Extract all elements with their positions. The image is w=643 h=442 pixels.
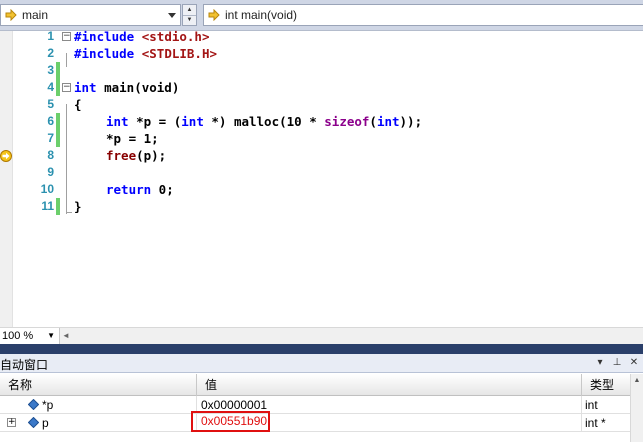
line-number: 1 [47, 29, 54, 43]
change-bar [56, 62, 60, 79]
chevron-down-icon[interactable]: ▼ [47, 328, 55, 344]
navigation-spinner[interactable]: ▲ ▼ [182, 4, 197, 26]
code-line: 3 [0, 62, 643, 79]
autos-vertical-scrollbar[interactable]: ▲ [630, 374, 643, 442]
collapse-icon[interactable]: − [62, 83, 71, 92]
code-line: 1 − #include <stdio.h> [0, 28, 643, 45]
code-text: } [74, 199, 82, 214]
column-header-name[interactable]: 名称 [0, 374, 197, 396]
autos-window-header: 自动窗口 ▾ ⊥ ✕ [0, 354, 643, 373]
code-line: 5 { [0, 96, 643, 113]
function-arrow-icon [207, 8, 221, 22]
code-text: int main(void) [74, 80, 180, 95]
line-number: 5 [47, 97, 54, 111]
line-number: 7 [47, 131, 54, 145]
line-number: 3 [47, 63, 54, 77]
chevron-down-icon[interactable] [166, 7, 178, 23]
change-bar [56, 130, 60, 147]
autos-cell-type: int * [585, 416, 606, 430]
dropdown-icon[interactable]: ▾ [593, 355, 607, 371]
code-line: 8 free(p); [0, 147, 643, 164]
line-number: 11 [41, 199, 54, 213]
code-text: return 0; [106, 182, 174, 197]
autos-cell-name: *p [42, 396, 197, 414]
code-text: #include <stdio.h> [74, 29, 210, 44]
column-header-type[interactable]: 类型 [582, 374, 630, 396]
autos-cell-type: int [585, 398, 598, 412]
expand-icon[interactable]: + [7, 418, 16, 427]
navigation-bar: main ▲ ▼ int main(void) [0, 0, 643, 31]
scope-combo-label: main [22, 8, 49, 22]
code-text: { [74, 97, 82, 112]
pin-icon[interactable]: ⊥ [610, 355, 624, 371]
scroll-left-icon[interactable]: ◄ [61, 328, 71, 344]
change-bar [56, 198, 60, 215]
zoom-level: 100 % [2, 330, 34, 342]
function-combo-label: int main(void) [225, 8, 298, 22]
code-line: 2 #include <STDLIB.H> [0, 45, 643, 62]
code-text: free(p); [106, 148, 167, 163]
variable-diamond-icon [28, 417, 39, 428]
collapse-icon[interactable]: − [62, 32, 71, 41]
change-bar [56, 79, 60, 96]
code-line: 11 } [0, 198, 643, 215]
zoom-combo[interactable]: 100 % ▼ [0, 328, 60, 344]
function-arrow-icon [4, 8, 18, 22]
line-number: 10 [40, 182, 54, 196]
code-text: int *p = (int *) malloc(10 * sizeof(int)… [106, 114, 423, 129]
line-number: 4 [47, 80, 54, 94]
code-line: 9 [0, 164, 643, 181]
up-arrow-icon[interactable]: ▲ [183, 5, 196, 16]
code-line: 10 return 0; [0, 181, 643, 198]
autos-window-title: 自动窗口 [0, 358, 49, 372]
variable-diamond-icon [28, 399, 39, 410]
line-number: 9 [47, 165, 54, 179]
autos-row[interactable]: *p 0x00000001 int [0, 396, 643, 414]
code-text: #include <STDLIB.H> [74, 46, 218, 61]
line-number: 8 [47, 148, 54, 162]
autos-cell-name: p [42, 414, 197, 432]
editor-status-strip: 100 % ▼ ◄ [0, 327, 643, 344]
code-line: 4 − int main(void) [0, 79, 643, 96]
code-line: 6 int *p = (int *) malloc(10 * sizeof(in… [0, 113, 643, 130]
down-arrow-icon[interactable]: ▼ [183, 16, 196, 26]
line-number: 6 [47, 114, 54, 128]
autos-grid-header: 名称 值 类型 [0, 374, 643, 396]
code-line: 7 *p = 1; [0, 130, 643, 147]
close-icon[interactable]: ✕ [627, 355, 641, 371]
code-editor[interactable]: 1 − #include <stdio.h> 2 #include <STDLI… [0, 28, 643, 327]
function-combo[interactable]: int main(void) [203, 4, 643, 26]
column-header-value[interactable]: 值 [197, 374, 582, 396]
autos-cell-value-changed[interactable]: 0x00551b90 [191, 411, 270, 432]
change-bar [56, 113, 60, 130]
pane-splitter[interactable] [0, 344, 643, 354]
line-number: 2 [47, 46, 54, 60]
code-text: *p = 1; [106, 131, 159, 146]
autos-row[interactable]: + p 0x00551b90 int * [0, 411, 643, 432]
scroll-up-icon[interactable]: ▲ [631, 377, 643, 384]
scope-combo[interactable]: main [0, 4, 181, 26]
current-statement-arrow-icon [0, 149, 12, 162]
